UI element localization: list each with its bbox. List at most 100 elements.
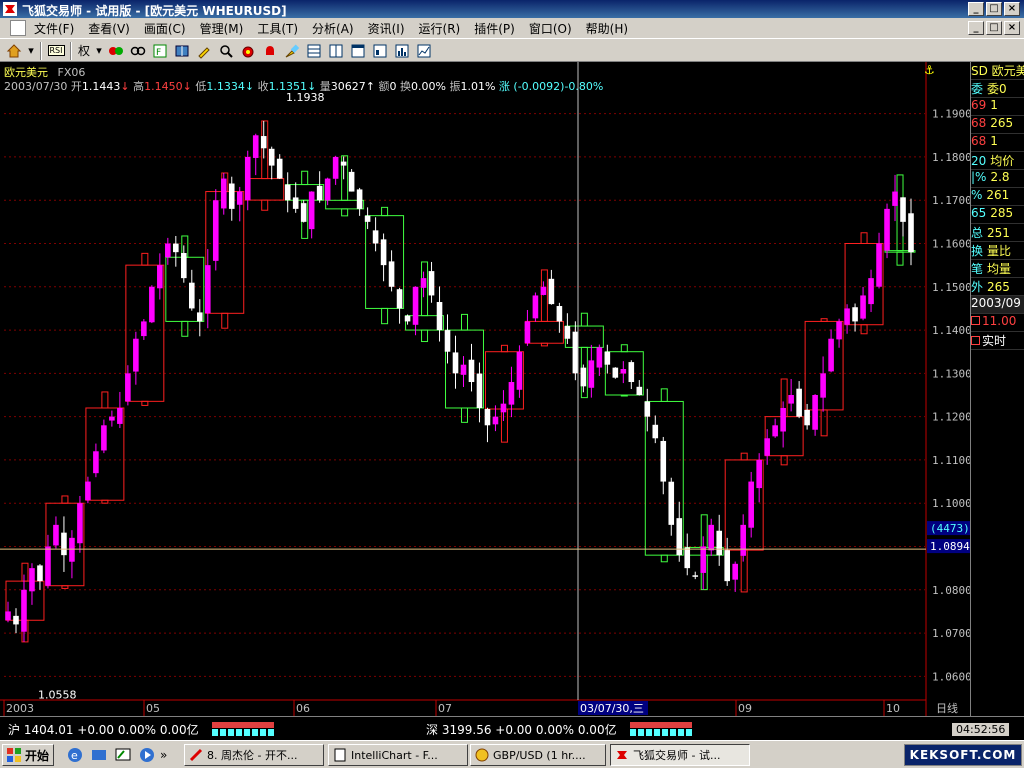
tile-icon[interactable] [370, 41, 390, 60]
shenzhen-index[interactable]: 深 3199.56 +0.00 0.00% 0.00亿 [426, 721, 617, 738]
menu-screen[interactable]: 画面(C) [144, 20, 186, 37]
price-tick-label: 1.0700 [932, 627, 970, 640]
time-tick-label: 2003 [6, 702, 34, 715]
crosshair-date-label: 03/07/30,三 [580, 702, 644, 715]
menu-help[interactable]: 帮助(H) [586, 20, 628, 37]
candle-body [61, 532, 67, 556]
vol-arrow: ↑ [365, 80, 375, 93]
quote-time-label: 11.00 [982, 314, 1017, 328]
home-icon[interactable] [4, 41, 24, 60]
chg-label: 涨 [498, 80, 510, 93]
book-icon[interactable] [172, 41, 192, 60]
quote-row-value: 1 [990, 134, 998, 148]
title-bar[interactable]: 飞狐交易师 - 试用版 - [欧元美元 WHEURUSD] _ □ × [0, 0, 1024, 18]
dropdown-arrow-icon[interactable]: ▾ [26, 41, 36, 60]
candle-body [564, 326, 571, 339]
taskbar-task-gbpusd[interactable]: GBP/USD (1 hr.... [470, 744, 606, 766]
sz-pct: 0.00% [535, 723, 575, 737]
mdi-restore-button[interactable]: □ [986, 21, 1002, 35]
menu-plugins[interactable]: 插件(P) [474, 20, 515, 37]
mdi-close-button[interactable]: × [1004, 21, 1020, 35]
candle-body [708, 524, 715, 551]
menu-view[interactable]: 查看(V) [88, 20, 130, 37]
rsi-button[interactable]: RSI [46, 41, 66, 60]
checkbox-icon[interactable] [971, 316, 980, 325]
week-upper-shadow [421, 261, 429, 317]
price-tick-label: 1.0600 [932, 670, 970, 683]
candle-body [812, 395, 818, 430]
close-button[interactable]: × [1004, 2, 1020, 16]
brush-icon[interactable] [282, 41, 302, 60]
kline-chart[interactable]: 1.1900 1.1800 1.1700 1.1600 1.1500 1.1400 1.13… [0, 62, 970, 716]
week-upper-shadow [700, 514, 708, 548]
svg-text:e: e [71, 749, 78, 762]
pen-icon[interactable] [194, 41, 214, 60]
start-button[interactable]: 开始 [2, 744, 54, 766]
price-tick-label: 1.1700 [932, 194, 970, 207]
alarm-icon[interactable] [238, 41, 258, 60]
week-lower-shadow [540, 342, 548, 347]
quote-row: 外 265 [971, 278, 1024, 296]
candle-body [324, 178, 331, 201]
more-icon[interactable]: » [160, 746, 178, 764]
taskbar-task-music[interactable]: 8. 周杰伦 - 开不... [184, 744, 324, 766]
menu-run[interactable]: 运行(R) [419, 20, 461, 37]
task-label: GBP/USD (1 hr.... [493, 748, 586, 762]
week-lower-shadow [500, 408, 508, 443]
media-icon[interactable] [138, 746, 156, 764]
candle-body [300, 203, 307, 222]
menu-tools[interactable]: 工具(T) [257, 20, 298, 37]
shanghai-index[interactable]: 沪 1404.01 +0.00 0.00% 0.00亿 [8, 721, 199, 738]
week-box [245, 178, 285, 201]
taskbar-task-intellichart[interactable]: IntelliChart - F... [328, 744, 468, 766]
magnifier-icon[interactable] [216, 41, 236, 60]
candle-body [236, 191, 243, 205]
quote-row-key: 总 [971, 226, 984, 240]
glasses-icon[interactable] [128, 41, 148, 60]
desktop-icon[interactable] [114, 746, 132, 764]
quote-row: 委委0 [971, 80, 1024, 98]
outlook-icon[interactable] [90, 746, 108, 764]
realtime-tab[interactable]: 实时 [971, 332, 1024, 350]
ie-icon[interactable]: e [66, 746, 84, 764]
f10-info-icon[interactable]: F [150, 41, 170, 60]
week-upper-shadow [620, 344, 628, 353]
time-tick-label: 06 [296, 702, 310, 715]
bar-chart-icon[interactable] [392, 41, 412, 60]
candle-body [636, 386, 643, 395]
checkbox-icon[interactable] [971, 336, 980, 345]
layout-icon[interactable] [304, 41, 324, 60]
candle-body [788, 395, 794, 404]
time-tick-label: 07 [438, 702, 452, 715]
candle-body [604, 351, 611, 365]
candle-body [484, 409, 491, 426]
bell-icon[interactable] [260, 41, 280, 60]
candle-body [404, 315, 411, 322]
quote-row-value: 均价 [990, 154, 1015, 168]
quote-row-value: 2.8 [990, 170, 1010, 184]
menu-manage[interactable]: 管理(M) [200, 20, 244, 37]
menu-info[interactable]: 资讯(I) [368, 20, 405, 37]
chart-doc-icon[interactable] [10, 20, 26, 36]
menu-window[interactable]: 窗口(O) [529, 20, 572, 37]
columns-icon[interactable] [326, 41, 346, 60]
quan-button[interactable]: 权 [76, 42, 92, 59]
red-green-icon[interactable] [106, 41, 126, 60]
kline-chart-svg[interactable]: 1.1900 1.1800 1.1700 1.1600 1.1500 1.1400 1.13… [0, 62, 970, 716]
line-chart-icon[interactable] [414, 41, 434, 60]
menu-file[interactable]: 文件(F) [34, 20, 74, 37]
menu-analysis[interactable]: 分析(A) [312, 20, 354, 37]
maximize-button[interactable]: □ [986, 2, 1002, 16]
taskbar-task-feihu[interactable]: 飞狐交易师 - 试... [610, 744, 750, 766]
candle-body [196, 312, 203, 322]
candle-body [852, 307, 858, 322]
quote-panel: SD 欧元美 委委0 69 1 68 265 68 1 20 均价 |% 2.8% 261 65 285 总… [970, 62, 1024, 716]
mdi-minimize-button[interactable]: _ [968, 21, 984, 35]
week-lower-shadow [341, 208, 349, 217]
minimize-button[interactable]: _ [968, 2, 984, 16]
quan-dropdown-icon[interactable]: ▾ [94, 41, 104, 60]
candle-body [21, 589, 27, 632]
low-arrow: ↓ [244, 80, 255, 93]
candle-body [220, 178, 227, 209]
window-icon[interactable] [348, 41, 368, 60]
